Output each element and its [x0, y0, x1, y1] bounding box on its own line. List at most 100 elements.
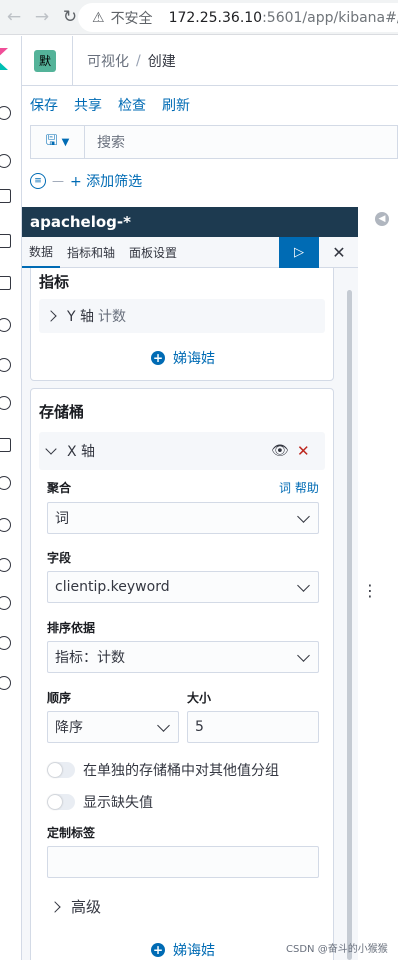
order-value: 降序	[55, 720, 83, 736]
editor-scrollbar[interactable]	[347, 290, 352, 960]
search-input[interactable]: 搜索	[97, 132, 125, 152]
x-axis-agg-row[interactable]: X 轴 👁 ✕	[39, 432, 325, 470]
y-axis-label: Y 轴	[67, 309, 95, 325]
remove-x-icon[interactable]: ✕	[297, 442, 310, 460]
refresh-button[interactable]: 刷新	[162, 95, 190, 115]
show-missing-toggle-row: 显示缺失值	[47, 792, 153, 812]
security-label: 不安全	[110, 10, 153, 27]
logs-icon[interactable]	[0, 438, 11, 452]
space-avatar[interactable]: 默	[34, 49, 56, 72]
chevron-down-icon	[297, 649, 310, 662]
field-label: 字段	[47, 551, 72, 565]
order-by-select[interactable]: 指标：计数	[47, 641, 319, 673]
chevron-down-icon	[297, 510, 310, 523]
url-host: 172.25.36.10	[168, 9, 263, 26]
saved-query-button[interactable]: 🖫 ▼	[31, 126, 85, 158]
management-gear-icon[interactable]	[0, 676, 11, 690]
infrastructure-icon[interactable]	[0, 396, 11, 410]
filter-divider: —	[52, 174, 64, 188]
warning-icon: ⚠	[92, 9, 105, 26]
kibana-logo-icon[interactable]	[0, 48, 8, 70]
dashboard-icon[interactable]	[0, 234, 11, 248]
aggregation-help-link[interactable]: 词 帮助	[279, 479, 319, 496]
chevron-down-icon[interactable]	[45, 443, 57, 455]
chevron-right-icon[interactable]	[45, 310, 57, 322]
uptime-icon[interactable]	[0, 518, 11, 532]
filter-bar: ≡ — + 添加筛选	[30, 168, 142, 194]
watermark: CSDN @奋斗的小猴猴	[286, 944, 388, 955]
address-bar[interactable]: ⚠ 不安全 172.25.36.10 :5601/app/kibana#/vi	[78, 3, 398, 32]
group-other-switch[interactable]	[47, 762, 75, 778]
arrow-right-icon[interactable]: →	[30, 5, 54, 29]
filter-options-icon[interactable]: ≡	[30, 173, 46, 189]
tab-data[interactable]: 数据	[22, 237, 61, 268]
plus-circle-icon: +	[151, 351, 165, 365]
chevron-down-icon	[157, 719, 170, 732]
visualize-icon[interactable]	[0, 189, 11, 203]
metrics-panel: 指标 Y 轴 计数 + 娣诲姞	[30, 268, 334, 381]
y-axis-agg-row[interactable]: Y 轴 计数	[39, 299, 325, 333]
add-bucket-label: 娣诲姞	[173, 943, 215, 959]
monitoring-icon[interactable]	[0, 636, 11, 650]
order-select[interactable]: 降序	[47, 711, 179, 743]
size-input[interactable]: 5	[187, 711, 319, 743]
dev-tools-icon[interactable]	[0, 596, 11, 610]
field-value: clientip.keyword	[55, 579, 170, 595]
size-value: 5	[195, 719, 204, 735]
add-filter-button[interactable]: + 添加筛选	[70, 171, 142, 191]
save-disk-icon: 🖫	[45, 133, 58, 149]
discard-close-icon[interactable]: ✕	[326, 237, 352, 268]
field-select[interactable]: clientip.keyword	[47, 571, 319, 603]
arrow-left-icon[interactable]: ←	[2, 5, 26, 29]
maps-icon[interactable]	[0, 318, 11, 332]
index-pattern-title: apachelog-*	[22, 207, 358, 237]
eye-icon[interactable]: 👁	[271, 443, 289, 459]
header-divider	[72, 35, 73, 86]
buckets-panel: 存储桶 X 轴 👁 ✕ 聚合 词 帮助 词 字段 clientip.keywor…	[30, 388, 334, 960]
collapse-sidebar-icon[interactable]: ◀	[375, 212, 389, 226]
show-missing-label: 显示缺失值	[83, 795, 153, 811]
aggregation-label: 聚合	[47, 481, 72, 495]
add-metric-button[interactable]: + 娣诲姞	[31, 348, 335, 368]
canvas-icon[interactable]	[0, 276, 11, 290]
order-label: 顺序	[47, 691, 72, 705]
editor-body: 指标 Y 轴 计数 + 娣诲姞 存储桶 X 轴 👁 ✕ 聚合 词 帮助 词 字段…	[22, 268, 358, 960]
recent-icon[interactable]	[0, 106, 11, 120]
order-by-label: 排序依据	[47, 621, 96, 635]
tab-panel-settings[interactable]: 面板设置	[122, 237, 184, 268]
metrics-title: 指标	[39, 273, 70, 291]
y-axis-sub: 计数	[98, 309, 127, 325]
apm-icon[interactable]	[0, 476, 11, 490]
breadcrumb-create: 创建	[147, 53, 176, 70]
share-button[interactable]: 共享	[74, 95, 102, 115]
buckets-title: 存储桶	[39, 403, 85, 421]
tab-metrics-axes[interactable]: 指标和轴	[60, 237, 122, 268]
url-path: :5601/app/kibana#/vi	[262, 9, 398, 26]
group-other-toggle-row: 在单独的存储桶中对其他值分组	[47, 760, 279, 780]
advanced-label: 高级	[71, 898, 102, 916]
add-metric-label: 娣诲姞	[173, 351, 215, 367]
query-bar: 🖫 ▼ 搜索	[30, 125, 398, 159]
breadcrumb-visualize[interactable]: 可视化	[87, 51, 129, 71]
advanced-toggle[interactable]: 高级	[49, 896, 102, 917]
group-other-label: 在单独的存储桶中对其他值分组	[83, 763, 279, 779]
discover-icon[interactable]	[0, 154, 11, 168]
chevron-right-icon	[49, 900, 61, 913]
aggregation-select[interactable]: 词	[47, 502, 319, 534]
ml-icon[interactable]	[0, 358, 11, 372]
side-nav-rail	[0, 36, 22, 960]
show-missing-switch[interactable]	[47, 794, 75, 810]
browser-toolbar: ← → ↻ ⚠ 不安全 172.25.36.10 :5601/app/kiban…	[0, 0, 398, 35]
custom-label-input[interactable]	[47, 846, 319, 878]
apply-changes-button[interactable]: ▷	[279, 237, 319, 268]
x-axis-label: X 轴	[67, 444, 96, 460]
inspect-button[interactable]: 检查	[118, 95, 146, 115]
custom-label-label: 定制标签	[47, 826, 96, 840]
kibana-header: 默 可视化 / 创建	[22, 35, 398, 86]
plus-circle-icon: +	[151, 943, 165, 957]
order-by-value: 指标：计数	[55, 650, 125, 666]
save-button[interactable]: 保存	[30, 95, 58, 115]
siem-icon[interactable]	[0, 558, 11, 572]
resize-handle-icon[interactable]: ⋮	[362, 583, 378, 599]
size-label: 大小	[187, 691, 212, 705]
